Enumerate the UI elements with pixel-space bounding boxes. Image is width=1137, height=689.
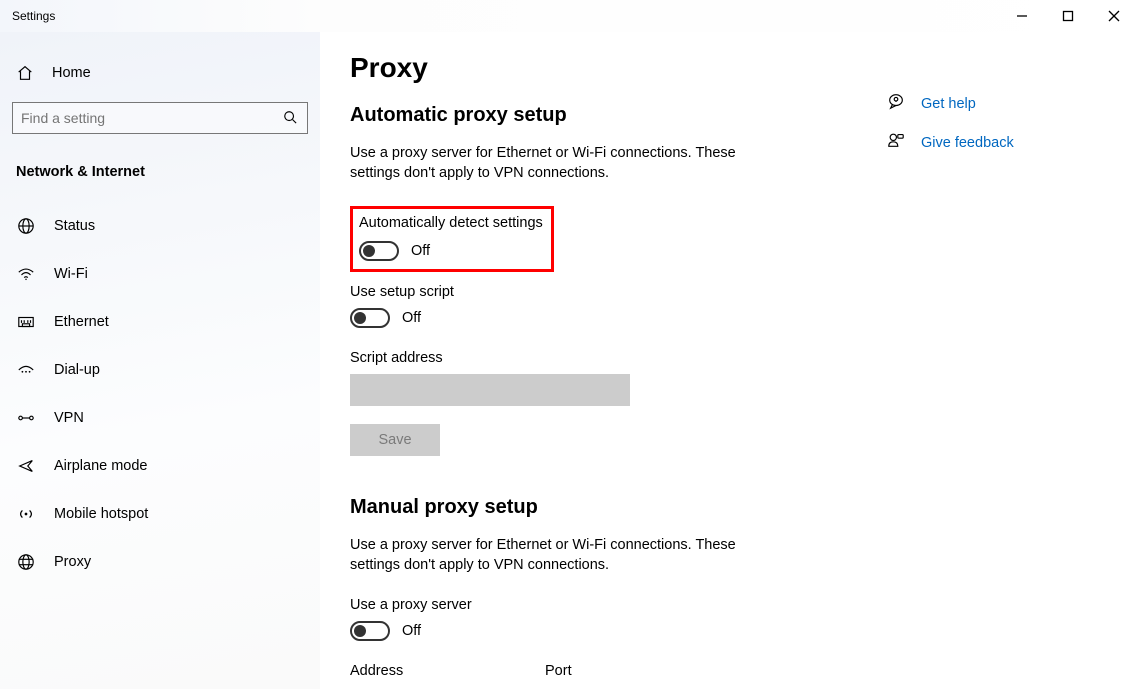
sidebar-category-header: Network & Internet [0,154,320,190]
sidebar-item-dialup[interactable]: Dial-up [0,346,320,394]
search-input-container[interactable] [12,102,308,134]
manual-section-desc: Use a proxy server for Ethernet or Wi-Fi… [350,535,770,576]
get-help-text: Get help [921,96,976,112]
hotspot-icon [16,505,36,523]
page-title: Proxy [350,52,867,84]
sidebar-item-ethernet[interactable]: Ethernet [0,298,320,346]
sidebar-item-proxy[interactable]: Proxy [0,538,320,586]
maximize-button[interactable] [1045,0,1091,32]
sidebar-item-label: Dial-up [54,362,100,378]
auto-section-heading: Automatic proxy setup [350,104,867,127]
auto-detect-state: Off [411,243,430,259]
right-column: Get help Give feedback [867,52,1107,689]
search-input[interactable] [21,110,283,126]
give-feedback-text: Give feedback [921,135,1014,151]
dialup-icon [16,361,36,379]
manual-port-label: Port [545,663,572,679]
highlight-auto-detect: Automatically detect settings Off [350,206,554,272]
use-script-state: Off [402,310,421,326]
sidebar-home[interactable]: Home [0,56,320,90]
sidebar: Home Network & Internet Status Wi-Fi [0,32,320,689]
script-address-input[interactable] [350,374,630,406]
sidebar-item-label: Proxy [54,554,91,570]
auto-section-desc: Use a proxy server for Ethernet or Wi-Fi… [350,143,770,184]
sidebar-item-airplane[interactable]: Airplane mode [0,442,320,490]
help-icon [887,92,907,115]
content-area: Proxy Automatic proxy setup Use a proxy … [350,52,867,689]
use-proxy-toggle[interactable] [350,621,390,641]
sidebar-item-hotspot[interactable]: Mobile hotspot [0,490,320,538]
sidebar-item-label: Wi-Fi [54,266,88,282]
use-proxy-label: Use a proxy server [350,597,867,613]
sidebar-item-status[interactable]: Status [0,202,320,250]
save-button[interactable]: Save [350,424,440,456]
minimize-button[interactable] [999,0,1045,32]
sidebar-home-label: Home [52,65,91,81]
auto-detect-label: Automatically detect settings [359,215,543,231]
use-proxy-state: Off [402,623,421,639]
sidebar-item-label: Ethernet [54,314,109,330]
proxy-icon [16,553,36,571]
home-icon [16,64,36,82]
window-title: Settings [12,9,55,23]
search-icon [283,110,299,126]
manual-address-label: Address [350,663,545,679]
get-help-link[interactable]: Get help [887,92,1107,115]
use-script-toggle[interactable] [350,308,390,328]
give-feedback-link[interactable]: Give feedback [887,131,1107,154]
titlebar: Settings [0,0,1137,32]
script-address-label: Script address [350,350,867,366]
ethernet-icon [16,313,36,331]
sidebar-item-label: Mobile hotspot [54,506,148,522]
manual-section-heading: Manual proxy setup [350,496,867,519]
use-script-label: Use setup script [350,284,867,300]
wifi-icon [16,265,36,283]
sidebar-item-vpn[interactable]: VPN [0,394,320,442]
vpn-icon [16,409,36,427]
sidebar-item-label: Airplane mode [54,458,148,474]
window-controls [999,0,1137,32]
auto-detect-toggle[interactable] [359,241,399,261]
feedback-icon [887,131,907,154]
sidebar-item-wifi[interactable]: Wi-Fi [0,250,320,298]
sidebar-item-label: Status [54,218,95,234]
close-button[interactable] [1091,0,1137,32]
sidebar-item-label: VPN [54,410,84,426]
airplane-icon [16,457,36,475]
global-icon [16,217,36,235]
